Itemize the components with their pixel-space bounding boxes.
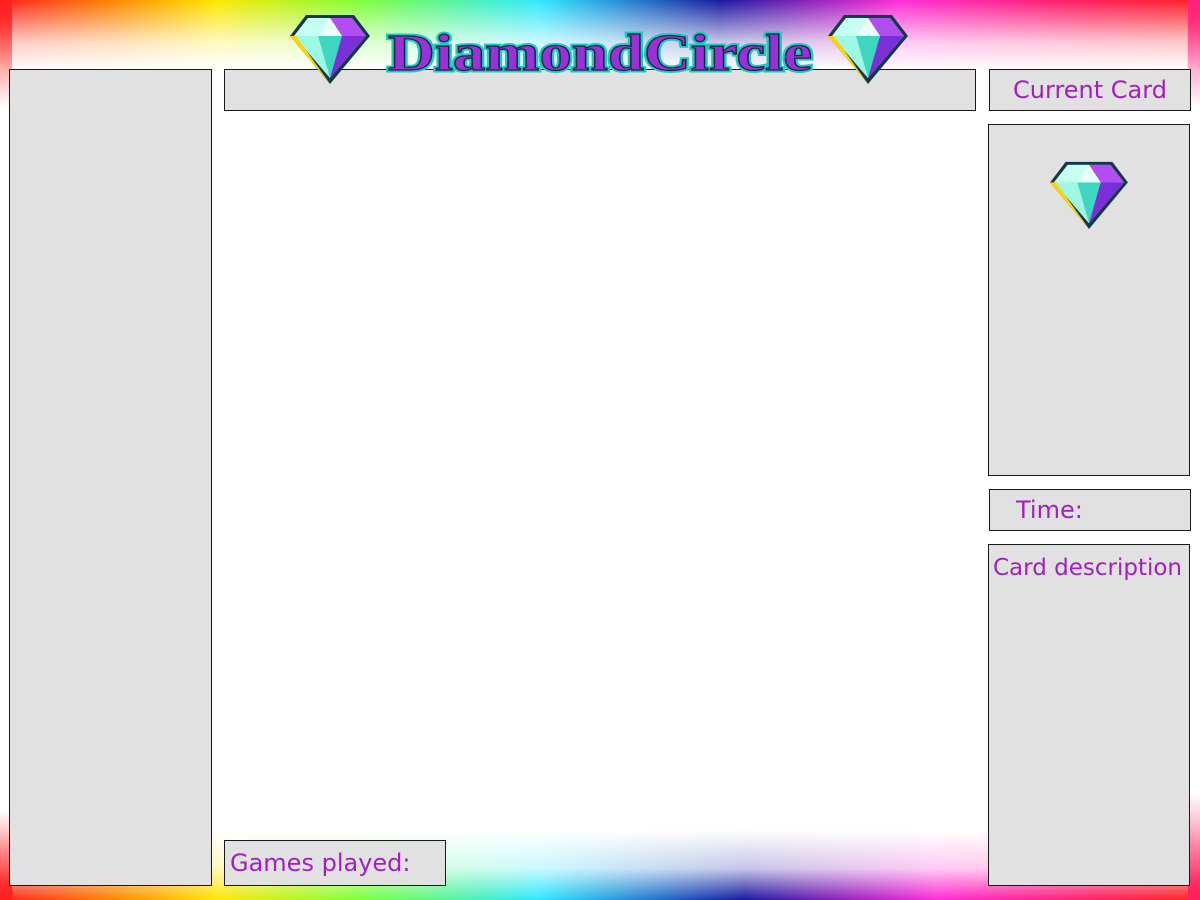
players-panel <box>9 69 212 886</box>
card-description-panel: Card description <box>988 544 1190 886</box>
logo-wordmark: DiamondCircle DiamondCircle <box>386 23 815 85</box>
diamond-icon <box>828 15 908 84</box>
current-card-panel[interactable] <box>988 124 1190 476</box>
diamond-icon <box>290 15 370 84</box>
logo-wordmark-outline: DiamondCircle <box>388 25 812 82</box>
diamond-icon <box>1050 161 1128 230</box>
games-played-box: Games played: <box>224 840 446 886</box>
games-played-label: Games played: <box>230 849 411 877</box>
time-label: Time: <box>1016 496 1083 524</box>
current-card-label: Current Card <box>1013 76 1167 104</box>
time-box: Time: <box>989 489 1191 531</box>
card-description-label: Card description <box>993 555 1182 581</box>
current-card-header: Current Card <box>989 69 1191 111</box>
game-logo: DiamondCircle DiamondCircle <box>288 12 912 88</box>
